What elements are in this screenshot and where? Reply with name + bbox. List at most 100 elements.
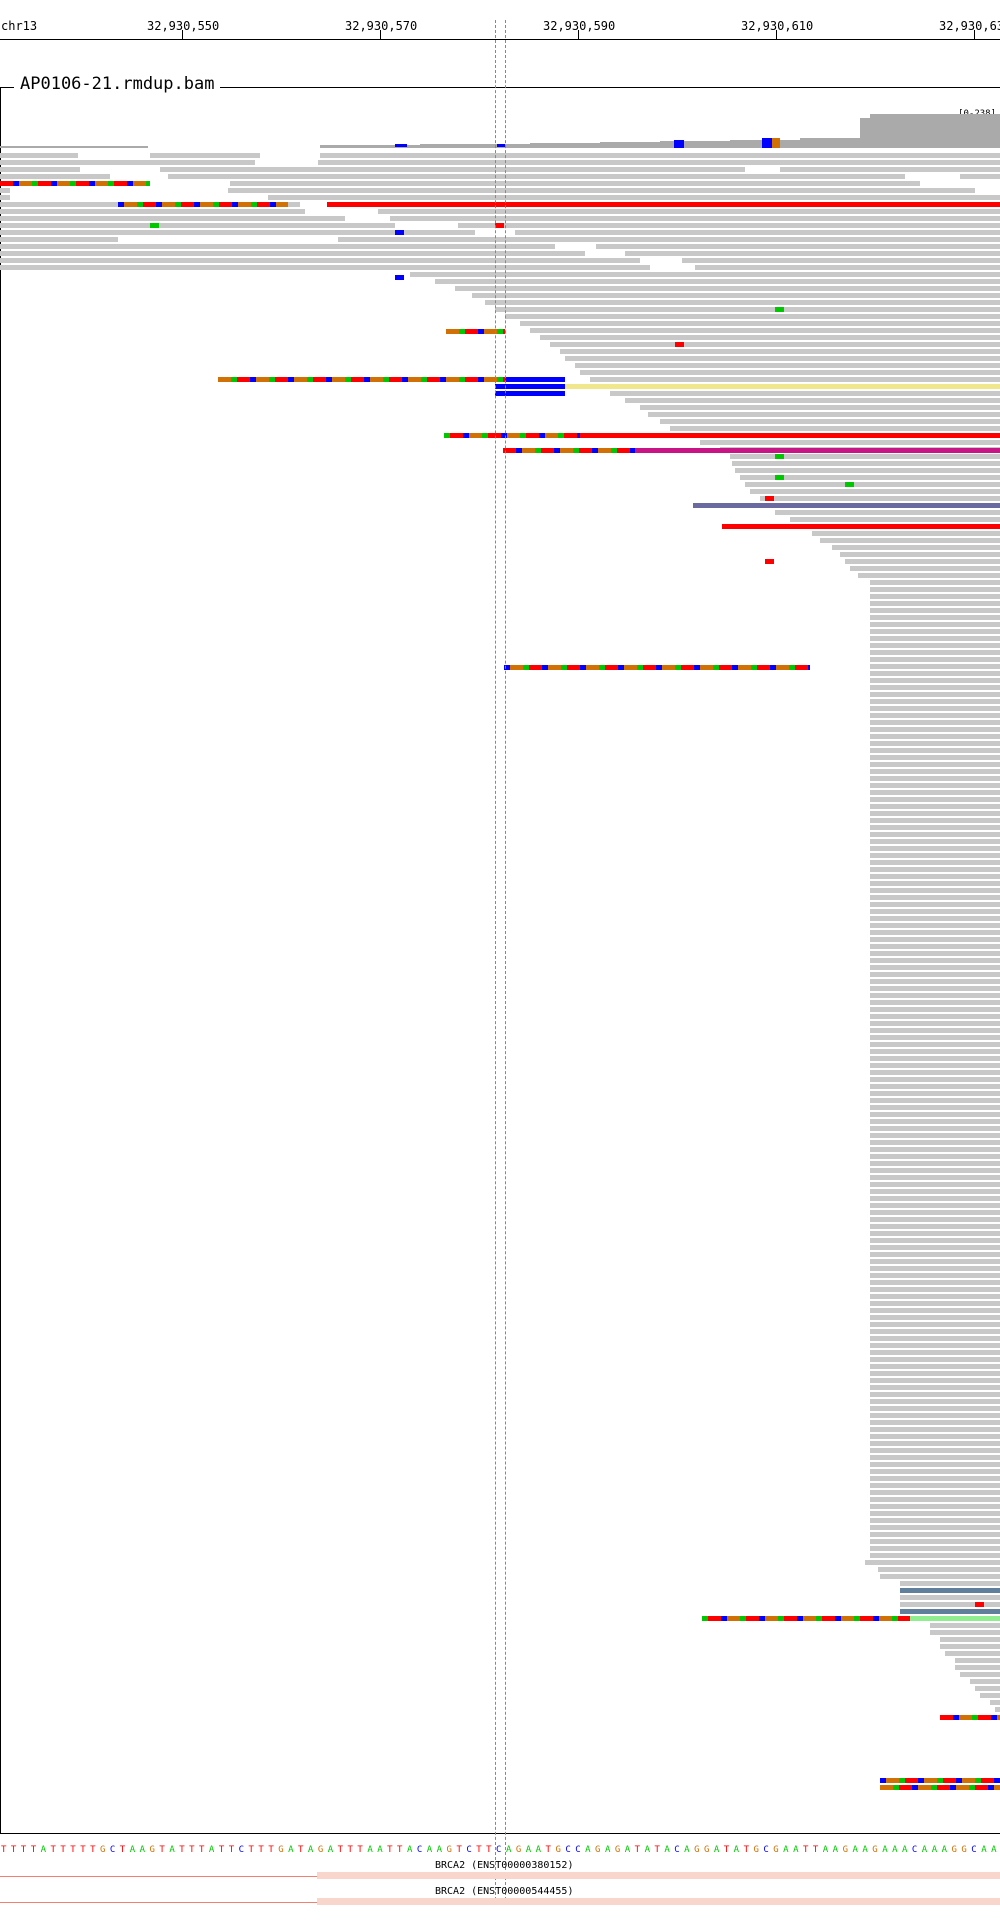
reference-base: C <box>565 1845 570 1854</box>
ruler-label-4: 32,930,610 <box>741 19 814 33</box>
reference-base: T <box>219 1845 225 1854</box>
reference-base: T <box>635 1845 641 1854</box>
reference-base: T <box>298 1845 304 1854</box>
reference-base: C <box>417 1845 422 1854</box>
reference-base: A <box>892 1845 898 1854</box>
reference-base: A <box>833 1845 839 1854</box>
reference-base: G <box>961 1845 966 1854</box>
reference-base: T <box>120 1845 126 1854</box>
reference-base: T <box>387 1845 393 1854</box>
reference-base: A <box>506 1845 512 1854</box>
reference-base: A <box>942 1845 948 1854</box>
reference-base: T <box>179 1845 185 1854</box>
center-guide-line-right <box>505 20 506 1900</box>
reference-base: G <box>951 1845 956 1854</box>
reference-base: C <box>110 1845 115 1854</box>
reference-base: T <box>813 1845 819 1854</box>
reference-base: A <box>852 1845 858 1854</box>
transcript-exon-2[interactable] <box>317 1898 1000 1905</box>
reference-base: G <box>516 1845 521 1854</box>
reference-base: T <box>348 1845 354 1854</box>
reference-base: A <box>41 1845 47 1854</box>
reference-base: C <box>239 1845 244 1854</box>
reference-base: A <box>377 1845 383 1854</box>
reference-base: G <box>843 1845 848 1854</box>
transcript-exon-1[interactable] <box>317 1872 1000 1879</box>
reference-base: A <box>783 1845 789 1854</box>
reference-base: A <box>328 1845 334 1854</box>
reference-base: A <box>605 1845 611 1854</box>
reference-base: T <box>268 1845 274 1854</box>
reference-base: T <box>189 1845 195 1854</box>
reference-base: G <box>753 1845 758 1854</box>
reference-base: G <box>318 1845 323 1854</box>
reference-base: C <box>971 1845 976 1854</box>
reference-base: G <box>447 1845 452 1854</box>
reference-base: T <box>476 1845 482 1854</box>
reference-base: A <box>882 1845 888 1854</box>
reference-base: T <box>229 1845 235 1854</box>
reference-base: G <box>100 1845 105 1854</box>
reference-base: G <box>615 1845 620 1854</box>
reference-base: A <box>140 1845 146 1854</box>
reference-base: A <box>437 1845 443 1854</box>
reference-base: A <box>991 1845 997 1854</box>
reference-base: A <box>684 1845 690 1854</box>
reference-base: T <box>70 1845 76 1854</box>
reference-base: T <box>397 1845 403 1854</box>
reference-base: A <box>169 1845 175 1854</box>
reference-base: C <box>674 1845 679 1854</box>
chromosome-label: chr13 <box>1 19 38 33</box>
reference-base: T <box>80 1845 86 1854</box>
coverage-range-label: [0-238] <box>958 109 996 119</box>
reference-base: T <box>486 1845 492 1854</box>
reference-base: T <box>11 1845 17 1854</box>
reference-base: C <box>763 1845 768 1854</box>
reference-base: G <box>150 1845 155 1854</box>
ruler-label-5: 32,930,63 <box>939 19 1000 33</box>
reference-base: C <box>912 1845 917 1854</box>
reference-base: A <box>981 1845 987 1854</box>
ruler-label-2: 32,930,570 <box>345 19 418 33</box>
reference-base: G <box>872 1845 877 1854</box>
reference-base: A <box>902 1845 908 1854</box>
reference-base: T <box>199 1845 205 1854</box>
reference-base: T <box>744 1845 750 1854</box>
reference-base: A <box>922 1845 928 1854</box>
reference-base: A <box>625 1845 631 1854</box>
reference-base: A <box>308 1845 314 1854</box>
reference-base: T <box>159 1845 165 1854</box>
reference-base: C <box>575 1845 580 1854</box>
reference-sequence: TTTTATTTTTGCTAAGTATTTATTCTTTGATAGATTTAAT… <box>1 1845 997 1854</box>
reference-base: T <box>546 1845 552 1854</box>
reference-base: T <box>1 1845 7 1854</box>
reference-base: G <box>278 1845 283 1854</box>
reference-base: A <box>714 1845 720 1854</box>
reference-base: A <box>664 1845 670 1854</box>
reference-base: T <box>803 1845 809 1854</box>
reference-base: G <box>555 1845 560 1854</box>
reference-base: A <box>427 1845 433 1854</box>
reference-base: A <box>932 1845 938 1854</box>
ruler-label-3: 32,930,590 <box>543 19 616 33</box>
reference-base: T <box>258 1845 264 1854</box>
reference-base: A <box>734 1845 740 1854</box>
reference-base: G <box>595 1845 600 1854</box>
reference-base: A <box>823 1845 829 1854</box>
reference-base: A <box>367 1845 373 1854</box>
reference-base: T <box>724 1845 730 1854</box>
genome-ruler[interactable]: chr13 32,930,550 32,930,570 32,930,590 3… <box>0 0 1000 44</box>
reference-base: A <box>526 1845 532 1854</box>
reference-base: T <box>60 1845 66 1854</box>
reference-base: G <box>694 1845 699 1854</box>
reference-base: A <box>793 1845 799 1854</box>
track-title: AP0106-21.rmdup.bam <box>14 74 221 94</box>
reference-base: T <box>31 1845 37 1854</box>
reference-base: T <box>90 1845 96 1854</box>
reference-base: G <box>773 1845 778 1854</box>
reference-base: T <box>338 1845 344 1854</box>
reference-base: C <box>466 1845 471 1854</box>
ruler-label-1: 32,930,550 <box>147 19 220 33</box>
reference-base: A <box>407 1845 413 1854</box>
alignment-track-panel[interactable] <box>0 87 1000 1834</box>
